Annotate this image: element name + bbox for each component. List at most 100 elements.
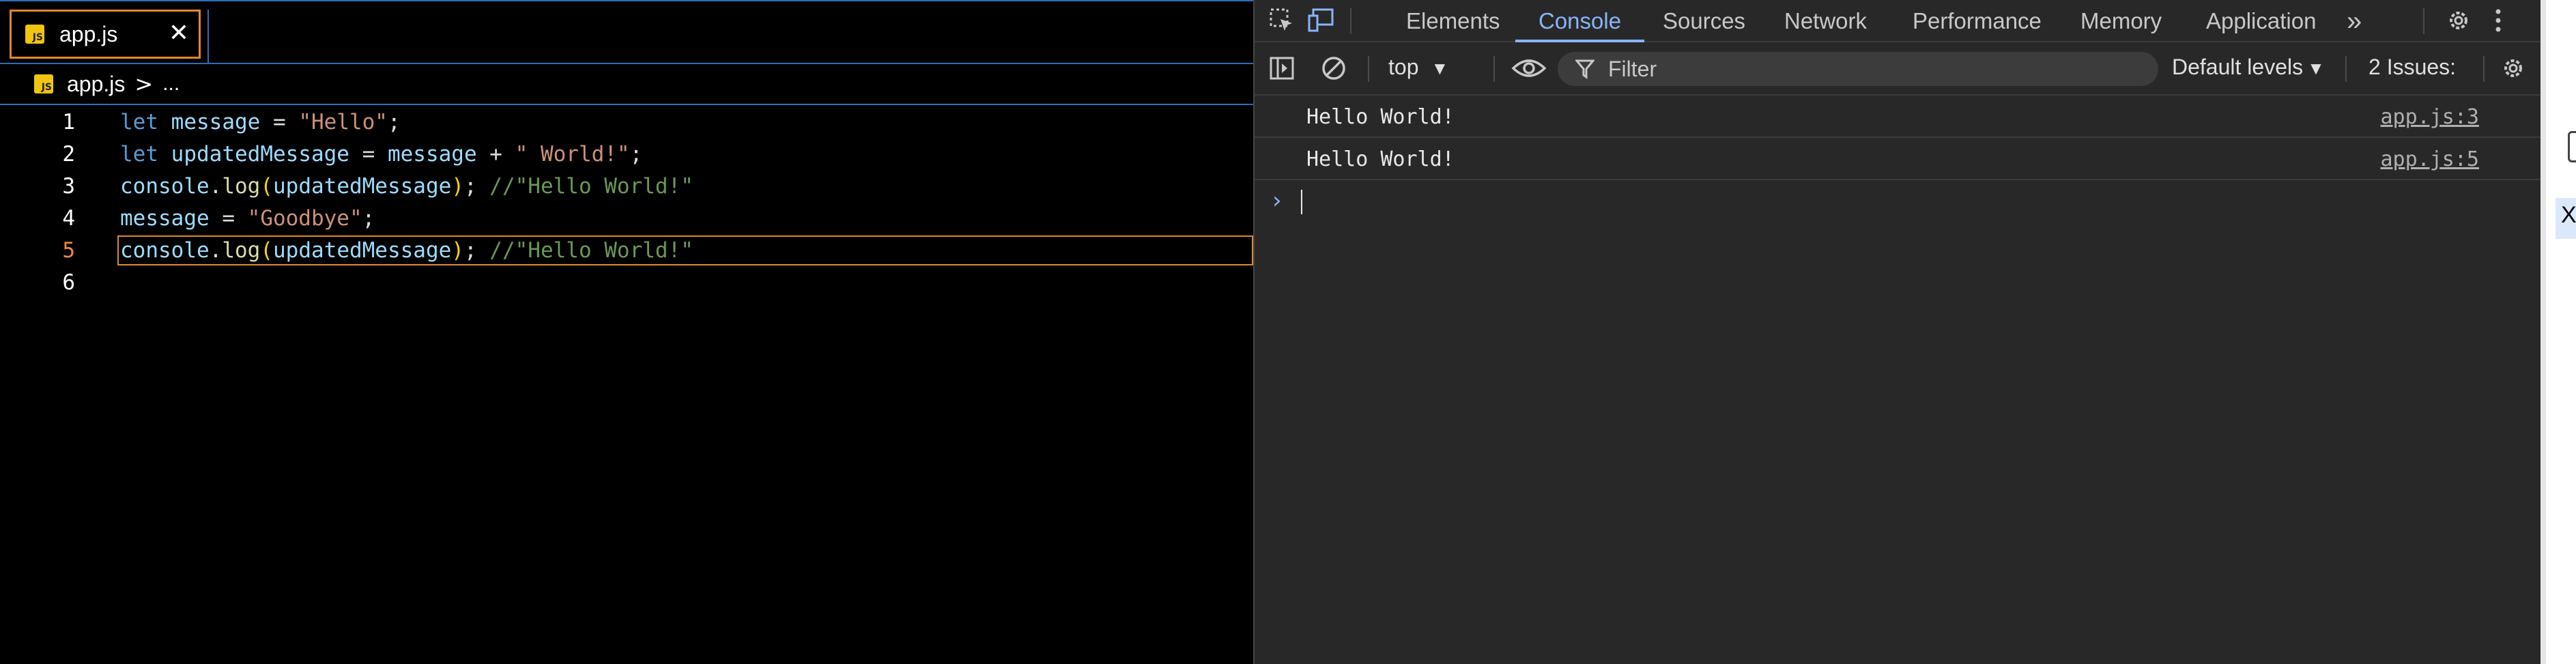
code-token: + <box>476 142 515 167</box>
code-token: " World!" <box>515 142 630 167</box>
filter-box[interactable] <box>1558 52 2158 86</box>
tab-sources[interactable]: Sources <box>1663 0 1745 42</box>
more-tabs-icon[interactable]: » <box>2347 0 2362 42</box>
console-output: Hello World! app.js:3 Hello World! app.j… <box>1255 96 2541 222</box>
console-prompt[interactable]: › <box>1255 180 2541 222</box>
console-toolbar: top▼ Default levels▼ 2 Issues: <box>1255 42 2541 96</box>
clear-console-icon[interactable] <box>1319 55 1349 82</box>
console-settings-gear-icon[interactable] <box>2498 55 2528 82</box>
line-number: 5 <box>62 238 75 263</box>
code-line-content: let updatedMessage = message + " World!"… <box>120 139 642 171</box>
tab-network[interactable]: Network <box>1784 0 1867 42</box>
code-token: ) <box>451 238 464 263</box>
code-line-content: message = "Goodbye"; <box>120 203 375 235</box>
prompt-chevron-icon: › <box>1272 187 1282 214</box>
more-options-icon[interactable] <box>2483 7 2513 34</box>
tab-performance[interactable]: Performance <box>1913 0 2042 42</box>
code-line[interactable]: 5 console.log(updatedMessage); //"Hello W… <box>0 235 1253 267</box>
code-token: updatedMessage <box>171 142 349 167</box>
breadcrumb: JS app.js > ... <box>0 63 1253 104</box>
context-selector[interactable]: top ▼ <box>1388 55 1448 80</box>
context-label: top <box>1388 55 1419 79</box>
caret-down-icon: ▼ <box>2307 58 2325 78</box>
code-line-content: console.log(updatedMessage); //"Hello Wo… <box>120 235 693 267</box>
inspect-element-icon[interactable] <box>1267 7 1297 34</box>
code-token: "Goodbye" <box>247 206 362 231</box>
code-line[interactable]: 4 message = "Goodbye"; <box>0 203 1253 235</box>
code-token: ; <box>362 206 375 231</box>
close-icon[interactable]: ✕ <box>169 20 189 47</box>
code-line[interactable]: 2 let updatedMessage = message + " World!… <box>0 139 1253 171</box>
code-token: . <box>209 174 223 199</box>
partial-window-icon <box>2568 131 2576 162</box>
code-token: let <box>120 142 158 167</box>
adjacent-close-button[interactable]: X <box>2561 202 2576 229</box>
code-token: message <box>171 110 261 134</box>
js-file-icon: JS <box>25 25 44 44</box>
line-number: 1 <box>62 110 75 134</box>
toolbar-separator <box>1493 56 1495 82</box>
tab-console[interactable]: Console <box>1515 0 1645 42</box>
code-token: = <box>349 142 388 167</box>
tab-elements[interactable]: Elements <box>1406 0 1500 42</box>
console-message-source-link[interactable]: app.js:3 <box>2381 105 2480 129</box>
code-token: ; <box>463 174 490 199</box>
devtools-panel: Elements Console Sources Network Perform… <box>1253 0 2541 664</box>
console-message-text: Hello World! <box>1306 147 1455 171</box>
code-token: "Hello" <box>298 110 388 134</box>
sidebar-toggle-icon[interactable] <box>1267 55 1297 82</box>
line-number: 4 <box>62 206 75 231</box>
tab-divider <box>207 10 209 64</box>
code-token: ) <box>451 174 464 199</box>
code-token: ( <box>260 238 273 263</box>
code-token: //"Hello World!" <box>489 238 693 263</box>
code-token: console <box>120 238 210 263</box>
eye-icon[interactable] <box>1507 55 1551 82</box>
code-token: message <box>387 142 477 167</box>
tab-memory[interactable]: Memory <box>2080 0 2162 42</box>
editor-tab-bar: JS app.js ✕ <box>0 0 1253 64</box>
code-line-content: console.log(updatedMessage); //"Hello Wo… <box>120 171 693 203</box>
log-levels-label: Default levels <box>2172 55 2304 79</box>
filter-input[interactable] <box>1607 55 2142 83</box>
toolbar-separator <box>2345 56 2347 82</box>
editor-tab-app-js[interactable]: JS app.js ✕ <box>10 10 201 59</box>
issues-counter[interactable]: 2 Issues: <box>2369 55 2456 80</box>
chevron-right-icon: > <box>134 71 154 97</box>
code-line[interactable]: 6 <box>0 267 1253 299</box>
window-edge <box>2541 0 2546 664</box>
line-number: 2 <box>62 142 75 167</box>
tab-application[interactable]: Application <box>2206 0 2316 42</box>
code-token: updatedMessage <box>273 238 452 263</box>
line-number: 3 <box>62 174 75 199</box>
console-message-source-link[interactable]: app.js:5 <box>2381 147 2480 171</box>
code-token: = <box>209 206 248 231</box>
device-toolbar-icon[interactable] <box>1306 7 1336 34</box>
toolbar-separator <box>1368 56 1369 82</box>
console-message: Hello World! app.js:3 <box>1255 96 2541 138</box>
line-number: 6 <box>62 270 75 295</box>
code-token: log <box>222 238 261 263</box>
code-token: ( <box>260 174 273 199</box>
filter-funnel-icon <box>1575 59 1594 79</box>
console-message: Hello World! app.js:5 <box>1255 138 2541 180</box>
code-token: console <box>120 174 210 199</box>
code-token: ; <box>463 238 490 263</box>
code-token: = <box>260 110 299 134</box>
code-editor: JS app.js ✕ JS app.js > ... 1 let message… <box>0 0 1253 664</box>
code-line[interactable]: 3 console.log(updatedMessage); //"Hello W… <box>0 171 1253 203</box>
code-token: ; <box>387 110 401 134</box>
code-token: ; <box>629 142 643 167</box>
log-levels-dropdown[interactable]: Default levels ▼ <box>2172 55 2325 80</box>
code-area[interactable]: 1 let message = "Hello"; 2 let updatedMessa… <box>0 104 1253 664</box>
code-token: log <box>222 174 261 199</box>
settings-gear-icon[interactable] <box>2444 7 2474 34</box>
code-line[interactable]: 1 let message = "Hello"; <box>0 106 1253 139</box>
breadcrumb-file[interactable]: app.js <box>67 72 125 97</box>
code-token: message <box>120 206 210 231</box>
toolbar-separator <box>2483 56 2485 82</box>
breadcrumb-more[interactable]: ... <box>162 72 180 96</box>
code-token: updatedMessage <box>273 174 452 199</box>
